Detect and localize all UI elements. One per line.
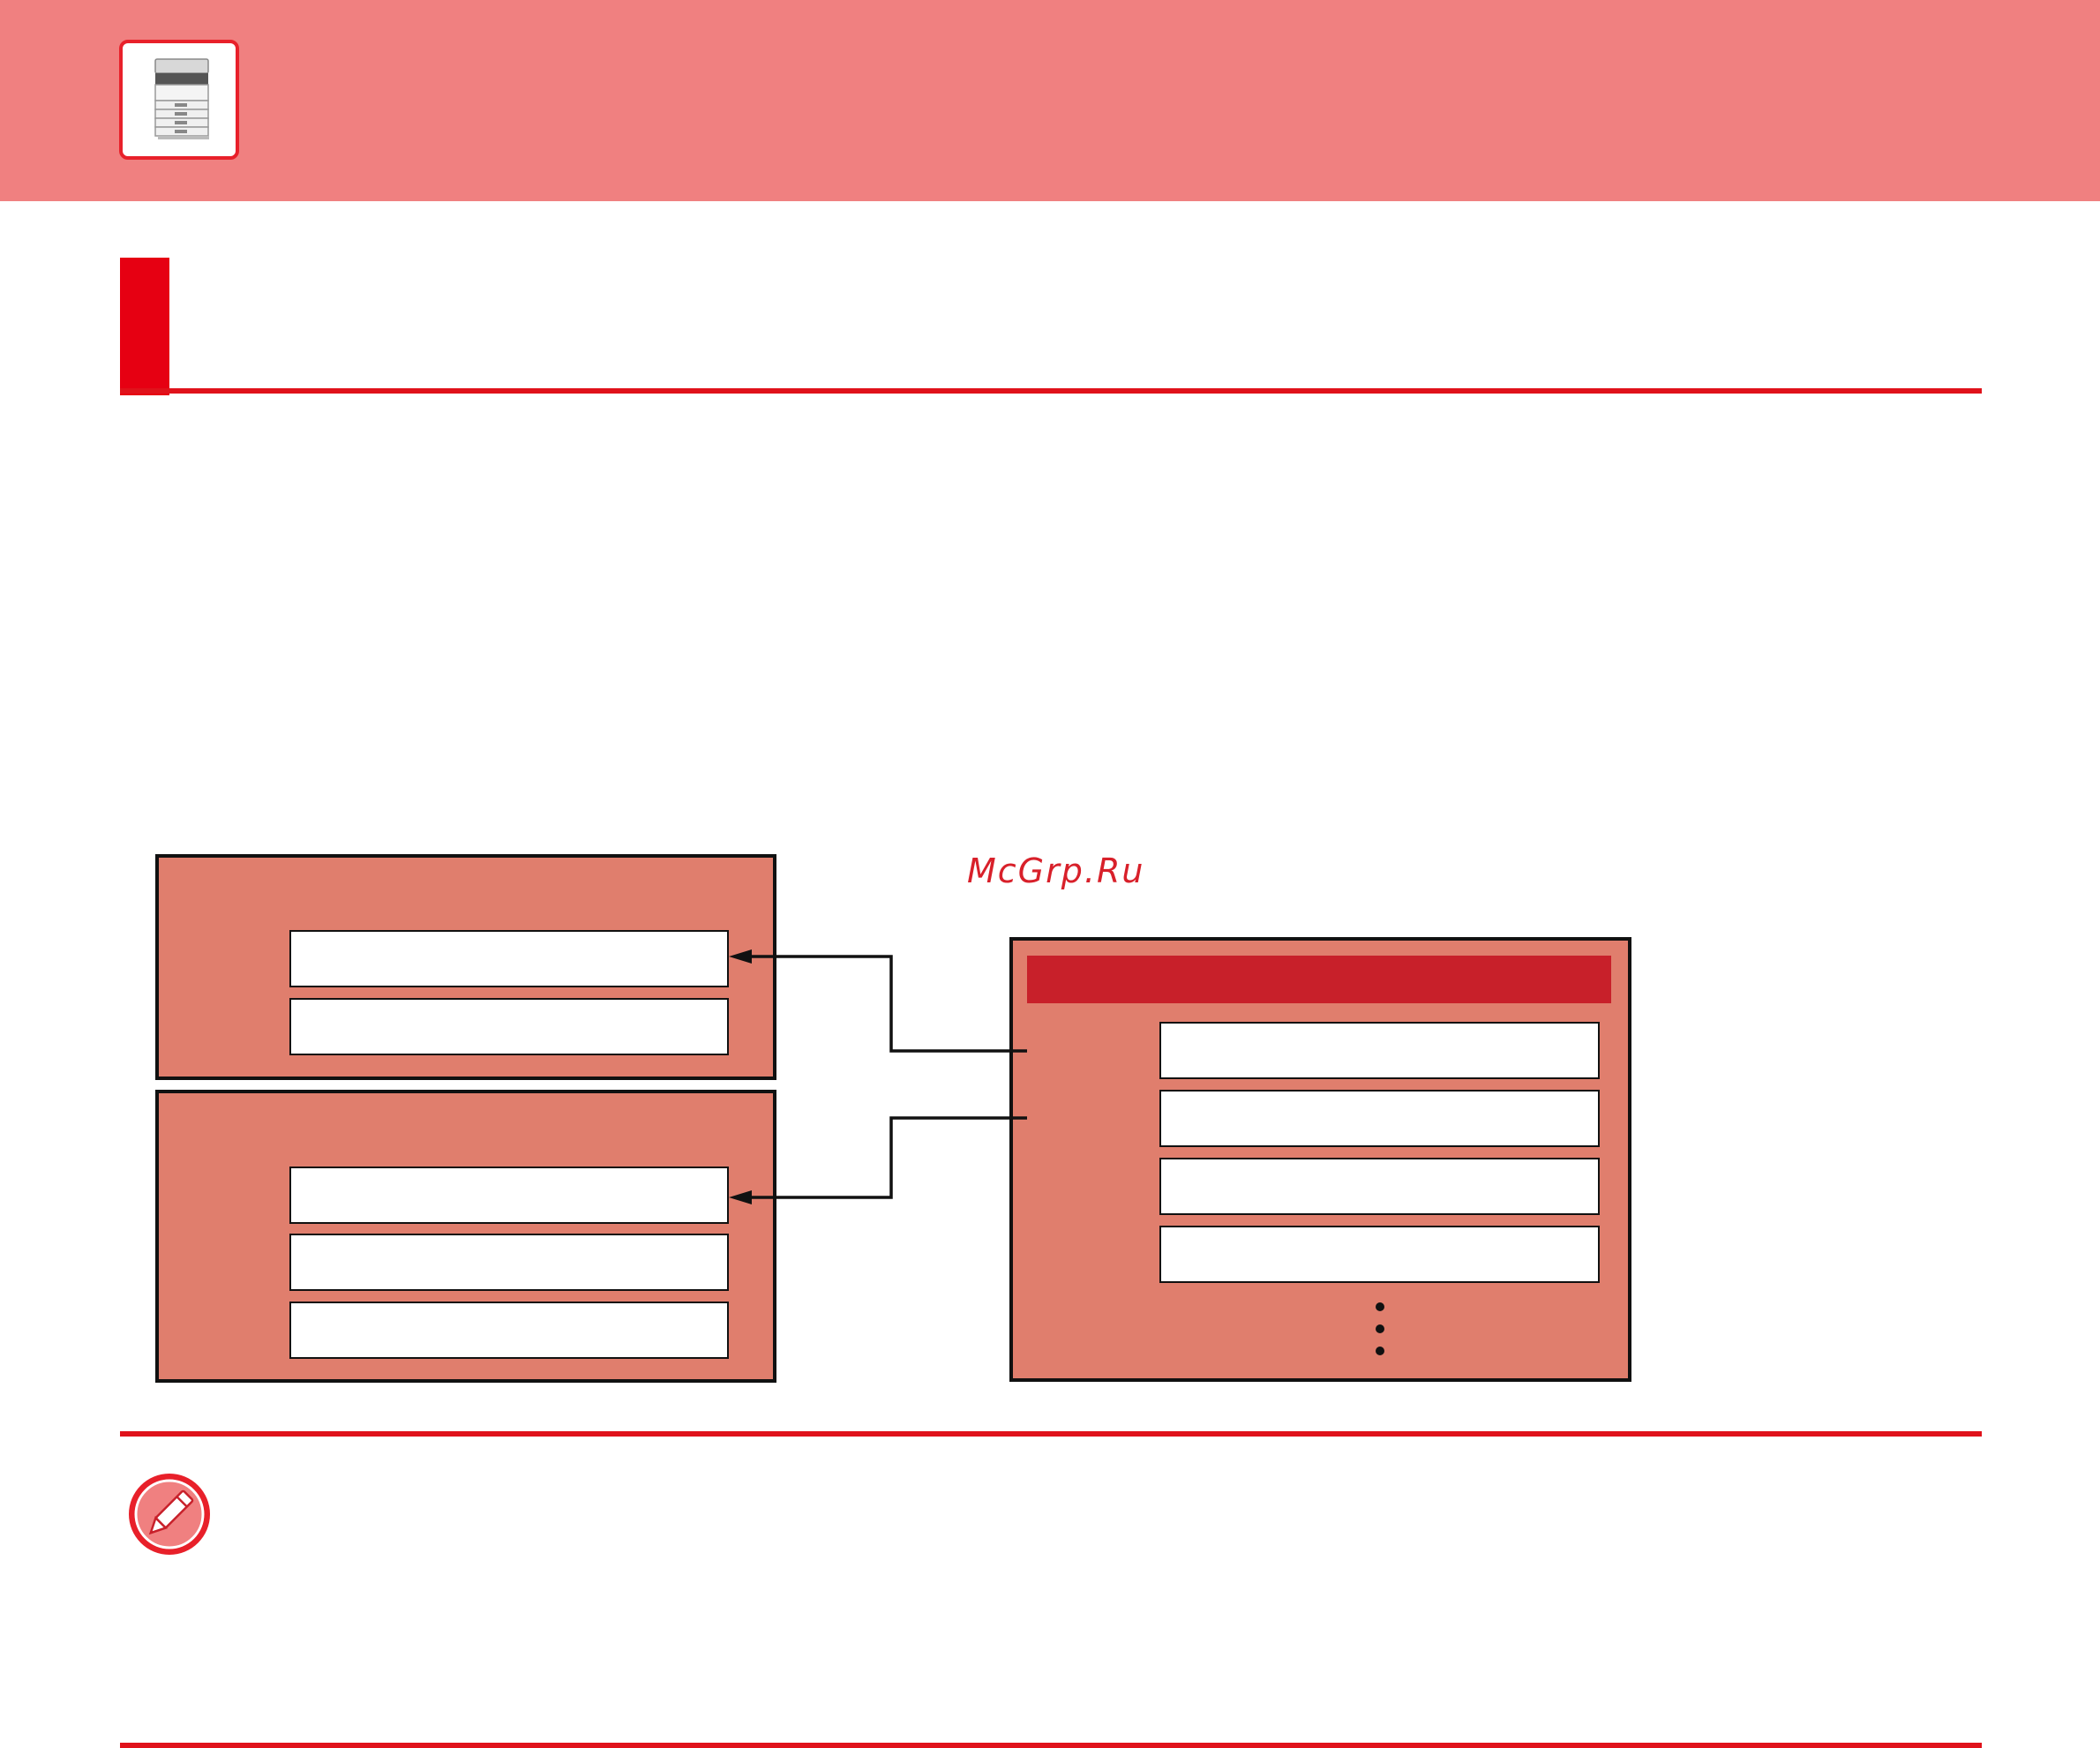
right-field-4: [1159, 1226, 1600, 1283]
right-field-2: [1159, 1090, 1600, 1147]
connector-upper: [741, 955, 1027, 1053]
more-dot-2: [1376, 1324, 1384, 1333]
right-field-1: [1159, 1022, 1600, 1079]
note-rule-top: [120, 1431, 1982, 1437]
right-box-title-bar: [1027, 956, 1611, 1003]
left-upper-field-1: [289, 930, 729, 987]
right-field-3: [1159, 1158, 1600, 1215]
left-lower-field-2: [289, 1234, 729, 1291]
left-upper-field-2: [289, 998, 729, 1055]
more-dot-1: [1376, 1302, 1384, 1311]
watermark-text: McGrp.Ru: [967, 851, 1145, 890]
connector-lower: [741, 1116, 1027, 1199]
pencil-note-icon: [127, 1472, 212, 1560]
left-lower-field-1: [289, 1167, 729, 1224]
note-rule-bottom: [120, 1743, 1982, 1748]
more-dot-3: [1376, 1347, 1384, 1355]
left-lower-field-3: [289, 1302, 729, 1359]
